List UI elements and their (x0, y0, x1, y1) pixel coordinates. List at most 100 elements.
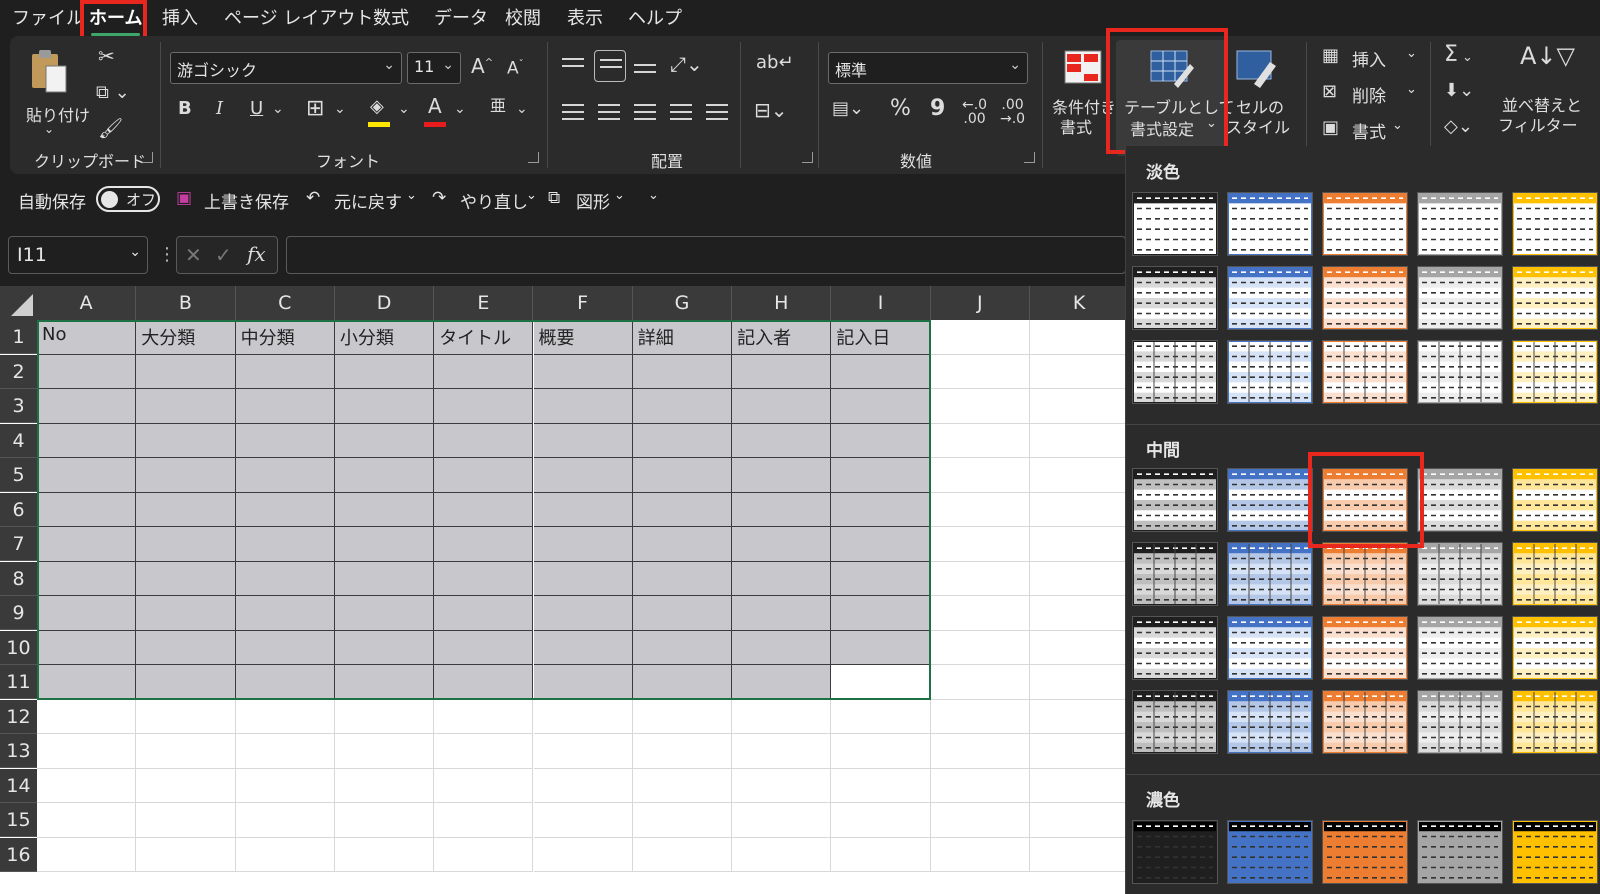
table-style-swatch[interactable] (1322, 690, 1408, 754)
cell[interactable] (235, 458, 335, 493)
table-style-swatch[interactable] (1227, 340, 1313, 404)
cell[interactable] (732, 699, 832, 734)
cell[interactable] (930, 389, 1030, 424)
cell[interactable] (334, 837, 435, 872)
table-style-swatch[interactable] (1322, 468, 1408, 532)
cell[interactable] (235, 423, 335, 458)
cell[interactable] (334, 803, 435, 838)
header-cell[interactable]: No (37, 320, 137, 355)
insert-cells-button[interactable]: ▦ 挿入 ⌄ (1322, 46, 1422, 72)
cell[interactable] (732, 630, 832, 665)
cell[interactable] (434, 596, 534, 631)
cell[interactable] (732, 354, 832, 389)
cell[interactable] (37, 699, 137, 734)
row-header[interactable]: 2 (0, 354, 37, 389)
table-style-swatch[interactable] (1132, 468, 1218, 532)
cell[interactable] (37, 561, 137, 596)
column-header[interactable]: D (335, 286, 435, 320)
cell[interactable] (632, 423, 733, 458)
font-launcher-icon[interactable] (528, 152, 539, 163)
cell[interactable] (1030, 320, 1125, 355)
row-header[interactable]: 15 (0, 803, 37, 837)
cell[interactable] (930, 354, 1030, 389)
tab-formulas[interactable]: 数式 (373, 4, 409, 30)
cell[interactable] (632, 527, 733, 562)
percent-button[interactable]: % (890, 98, 911, 120)
cell[interactable] (632, 699, 733, 734)
cell[interactable] (732, 596, 832, 631)
column-header[interactable]: A (37, 286, 137, 320)
table-style-swatch[interactable] (1322, 616, 1408, 680)
cell[interactable] (930, 803, 1030, 838)
formula-input[interactable] (286, 236, 1126, 274)
cell[interactable] (632, 837, 733, 872)
table-style-swatch[interactable] (1417, 468, 1503, 532)
row-header[interactable]: 9 (0, 596, 37, 630)
table-style-swatch[interactable] (1512, 468, 1598, 532)
cell[interactable] (533, 527, 633, 562)
cell[interactable] (235, 596, 335, 631)
cell[interactable] (334, 458, 435, 493)
save-label[interactable]: 上書き保存 (204, 188, 289, 213)
cell[interactable] (831, 458, 931, 493)
orientation-icon[interactable]: ⤢⌄ (670, 54, 703, 74)
cell[interactable] (37, 768, 137, 803)
cell[interactable] (533, 354, 633, 389)
cell[interactable] (136, 561, 236, 596)
cell[interactable] (1030, 458, 1125, 493)
insert-function-button[interactable]: fx (247, 242, 266, 266)
cell[interactable] (632, 734, 733, 769)
tab-page-layout[interactable]: ページ レイアウト (224, 4, 373, 30)
table-style-swatch[interactable] (1227, 542, 1313, 606)
table-style-swatch[interactable] (1512, 266, 1598, 330)
cell[interactable] (930, 699, 1030, 734)
tab-file[interactable]: ファイル (12, 4, 84, 30)
cell[interactable] (136, 699, 236, 734)
shrink-font-button[interactable]: Aˇ (507, 60, 524, 78)
cell[interactable] (1030, 596, 1125, 631)
cell[interactable] (1030, 424, 1125, 458)
table-style-swatch[interactable] (1417, 820, 1503, 884)
cell[interactable] (136, 492, 236, 527)
cell[interactable] (831, 837, 931, 872)
table-style-swatch[interactable] (1417, 542, 1503, 606)
cell[interactable] (831, 561, 931, 596)
cell[interactable] (1030, 700, 1125, 734)
cell[interactable] (136, 527, 236, 562)
cell[interactable] (434, 354, 534, 389)
cell[interactable] (334, 492, 435, 527)
table-style-swatch[interactable] (1322, 192, 1408, 256)
table-style-swatch[interactable] (1322, 266, 1408, 330)
underline-chevron-icon[interactable]: ⌄ (272, 102, 284, 116)
cell[interactable] (632, 665, 733, 700)
table-style-swatch[interactable] (1132, 266, 1218, 330)
undo-label[interactable]: 元に戻す (334, 188, 402, 213)
format-as-table-button[interactable]: テーブルとして 書式設定 ⌄ (1116, 40, 1235, 156)
merge-center-icon[interactable]: ⊟⌄ (754, 100, 788, 120)
cell[interactable] (930, 527, 1030, 562)
cell[interactable] (732, 837, 832, 872)
cell[interactable] (434, 423, 534, 458)
sort-filter-button[interactable]: A↓▽ 並べ替えと フィルター (1498, 44, 1600, 144)
header-cell[interactable]: 記入者 (732, 320, 832, 355)
phonetic-chevron-icon[interactable]: ⌄ (516, 102, 528, 116)
cell[interactable] (831, 492, 931, 527)
column-header[interactable]: C (236, 286, 335, 320)
table-style-swatch[interactable] (1417, 690, 1503, 754)
column-header[interactable]: H (732, 286, 832, 320)
fill-down-icon[interactable]: ⬇⌄ (1444, 82, 1474, 100)
cell[interactable] (434, 665, 534, 700)
cell[interactable] (434, 768, 534, 803)
cell[interactable] (434, 837, 534, 872)
row-header[interactable]: 5 (0, 458, 37, 492)
row-header[interactable]: 10 (0, 630, 37, 665)
cell[interactable] (930, 596, 1030, 631)
table-style-swatch[interactable] (1322, 340, 1408, 404)
cell[interactable] (632, 596, 733, 631)
decrease-indent-icon[interactable] (670, 104, 692, 120)
cell[interactable] (732, 389, 832, 424)
cell[interactable] (235, 768, 335, 803)
cell[interactable] (1030, 389, 1125, 424)
header-cell[interactable]: 小分類 (334, 320, 435, 355)
shapes-icon[interactable]: ⧉ (548, 188, 560, 208)
